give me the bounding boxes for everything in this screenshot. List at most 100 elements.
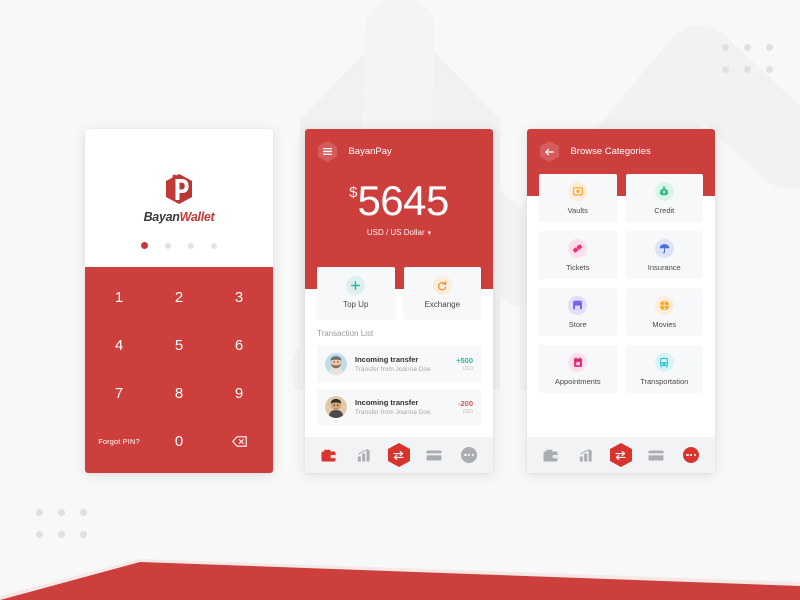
transaction-row[interactable]: Incoming transfer Transfer from Joanna D… xyxy=(317,389,481,425)
top-up-button[interactable]: Top Up xyxy=(317,267,395,318)
app-title: BayanPay xyxy=(348,146,392,157)
chevron-down-icon: ▾ xyxy=(427,230,432,237)
back-button[interactable] xyxy=(540,141,559,162)
category-card-tickets[interactable]: Tickets xyxy=(539,231,617,279)
category-label: Movies xyxy=(652,319,677,329)
hamburger-menu-button[interactable] xyxy=(318,141,337,162)
category-label: Credit xyxy=(654,205,675,215)
wallet-icon xyxy=(543,449,558,461)
keypad-key-0[interactable]: 0 xyxy=(149,417,209,465)
balance-amount: 5645 xyxy=(357,177,449,224)
credit-card-icon xyxy=(426,450,442,460)
brand-name-part1: Bayan xyxy=(143,209,180,224)
dot xyxy=(36,509,43,516)
dot xyxy=(722,66,729,73)
keypad-key-1[interactable]: 1 xyxy=(89,273,149,321)
arrow-left-icon xyxy=(545,148,554,155)
bus-icon xyxy=(654,352,674,372)
nav-item-cards[interactable] xyxy=(644,443,668,467)
nav-item-wallet[interactable] xyxy=(317,443,341,467)
bar-chart-icon xyxy=(357,448,370,461)
nav-item-transfer[interactable] xyxy=(609,443,632,467)
hamburger-menu-icon xyxy=(323,148,332,155)
brand-logo: BayanWallet xyxy=(144,173,215,224)
transaction-row[interactable]: Incoming transfer Transfer from Joanna D… xyxy=(317,346,481,382)
top-up-label: Top Up xyxy=(343,300,369,309)
category-label: Store xyxy=(568,319,587,329)
nav-item-cards[interactable] xyxy=(422,443,446,467)
carousel-dot[interactable] xyxy=(165,242,171,249)
transaction-amount: +500 xyxy=(456,356,473,365)
onboarding-carousel-dots[interactable] xyxy=(141,242,217,249)
currency-label: USD / US Dollar xyxy=(366,228,425,237)
keypad-key-8[interactable]: 8 xyxy=(149,369,209,417)
category-card-store[interactable]: Store xyxy=(539,288,617,336)
pin-keypad: 1 2 3 4 5 6 7 8 9 Forgot PIN? 0 xyxy=(85,267,273,473)
category-label: Appointments xyxy=(554,376,601,386)
backspace-button[interactable] xyxy=(209,417,269,465)
nav-item-more[interactable] xyxy=(457,443,481,467)
transaction-title: Incoming transfer xyxy=(355,355,419,364)
category-card-vaults[interactable]: Vaults xyxy=(539,174,617,222)
keypad-key-5[interactable]: 5 xyxy=(149,321,209,369)
transaction-title: Incoming transfer xyxy=(355,398,419,407)
pin-screen-logo-area: BayanWallet xyxy=(85,129,273,267)
safe-icon xyxy=(568,181,588,201)
brand-logo-text: BayanWallet xyxy=(144,210,215,224)
avatar-male-dark-hair-icon xyxy=(325,396,347,418)
category-label: Vaults xyxy=(567,205,588,215)
category-grid: Vaults Credit Tickets Insurance Store Mo… xyxy=(527,174,715,393)
category-label: Transportation xyxy=(640,376,689,386)
wallet-header: BayanPay $5645 USD / US Dollar ▾ xyxy=(305,129,493,289)
page-title: Browse Categories xyxy=(570,146,651,157)
category-label: Insurance xyxy=(647,262,681,272)
phone-screen-wallet-home: BayanPay $5645 USD / US Dollar▾ Top Up xyxy=(305,129,493,473)
dot xyxy=(744,66,751,73)
dot xyxy=(80,531,87,538)
keypad-key-4[interactable]: 4 xyxy=(89,321,149,369)
dot xyxy=(36,531,43,538)
keypad-key-3[interactable]: 3 xyxy=(209,273,269,321)
currency-selector[interactable]: USD / US Dollar ▾ xyxy=(305,228,493,237)
nav-item-transfer[interactable] xyxy=(387,443,410,467)
dot xyxy=(744,44,751,51)
nav-item-statistics[interactable] xyxy=(574,443,598,467)
keypad-key-2[interactable]: 2 xyxy=(149,273,209,321)
keypad-key-9[interactable]: 9 xyxy=(209,369,269,417)
ticket-icon xyxy=(568,238,588,258)
category-card-appointments[interactable]: Appointments xyxy=(539,345,617,393)
decorative-dot-grid-bottom-left xyxy=(36,509,90,541)
exchange-button[interactable]: Exchange xyxy=(403,267,481,318)
backspace-icon xyxy=(231,435,247,447)
nav-item-wallet[interactable] xyxy=(539,443,563,467)
category-card-insurance[interactable]: Insurance xyxy=(625,231,703,279)
category-card-transportation[interactable]: Transportation xyxy=(625,345,703,393)
category-card-movies[interactable]: Movies xyxy=(625,288,703,336)
forgot-pin-link[interactable]: Forgot PIN? xyxy=(89,417,149,465)
money-bag-icon xyxy=(654,181,674,201)
nav-item-more[interactable] xyxy=(679,443,703,467)
wallet-icon xyxy=(321,449,336,461)
credit-card-icon xyxy=(648,450,664,460)
transaction-list-section: Transaction List Incoming transfer Trans… xyxy=(305,318,493,425)
decorative-dot-grid-top-right xyxy=(722,44,776,76)
category-card-credit[interactable]: Credit xyxy=(625,174,703,222)
transaction-currency: USD xyxy=(462,366,473,372)
keypad-key-7[interactable]: 7 xyxy=(89,369,149,417)
storefront-icon xyxy=(568,295,588,315)
transfer-hexagon-icon xyxy=(615,450,627,460)
keypad-key-6[interactable]: 6 xyxy=(209,321,269,369)
brand-name-part2: Wallet xyxy=(179,209,215,224)
exchange-label: Exchange xyxy=(424,300,461,309)
refresh-circle-icon xyxy=(432,276,452,295)
carousel-dot[interactable] xyxy=(188,242,194,249)
carousel-dot-active[interactable] xyxy=(141,242,148,249)
carousel-dot[interactable] xyxy=(211,242,217,249)
dot xyxy=(58,509,65,516)
avatar xyxy=(325,396,347,418)
nav-item-statistics[interactable] xyxy=(352,443,376,467)
bar-chart-icon xyxy=(579,448,592,461)
phone-screen-pin-entry: BayanWallet 1 2 3 4 5 6 7 8 9 Forgot PIN… xyxy=(85,129,273,473)
phone-screen-browse-categories: Browse Categories Vaults Credit Tickets … xyxy=(527,129,715,473)
balance-display: $5645 USD / US Dollar ▾ xyxy=(305,177,493,237)
